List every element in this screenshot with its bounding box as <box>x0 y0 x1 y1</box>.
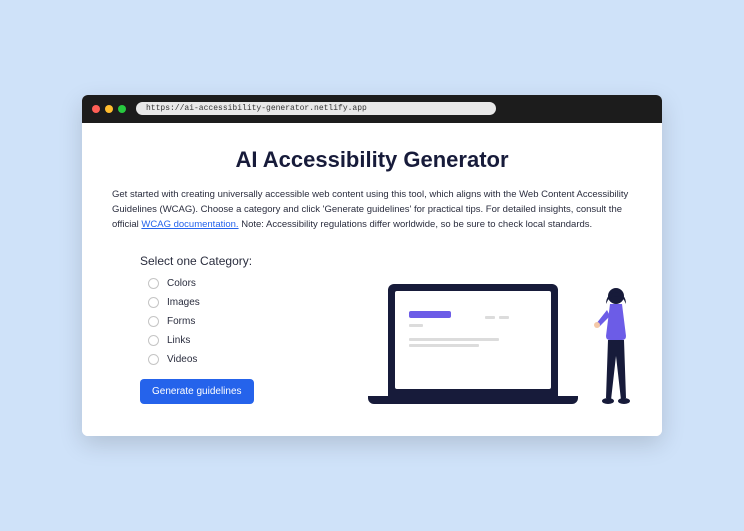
generate-guidelines-button[interactable]: Generate guidelines <box>140 379 254 404</box>
radio-option-videos[interactable]: Videos <box>148 354 290 365</box>
radio-option-colors[interactable]: Colors <box>148 278 290 289</box>
radio-label: Images <box>167 297 200 308</box>
main-row: Select one Category: Colors Images Forms <box>112 254 632 404</box>
laptop-icon <box>368 284 578 404</box>
category-section: Select one Category: Colors Images Forms <box>140 254 290 404</box>
window-controls <box>92 105 126 113</box>
radio-icon <box>148 316 159 327</box>
radio-icon <box>148 354 159 365</box>
radio-label: Colors <box>167 278 196 289</box>
description-text-2: Note: Accessibility regulations differ w… <box>241 219 592 230</box>
wcag-documentation-link[interactable]: WCAG documentation. <box>141 219 238 230</box>
category-radio-group: Colors Images Forms Links <box>140 278 290 365</box>
browser-window: https://ai-accessibility-generator.netli… <box>82 95 662 437</box>
radio-icon <box>148 335 159 346</box>
address-bar[interactable]: https://ai-accessibility-generator.netli… <box>136 102 496 115</box>
hero-illustration <box>314 254 632 404</box>
person-illustration <box>592 286 640 404</box>
browser-titlebar: https://ai-accessibility-generator.netli… <box>82 95 662 123</box>
radio-label: Videos <box>167 354 197 365</box>
page-content: AI Accessibility Generator Get started w… <box>82 123 662 437</box>
radio-option-forms[interactable]: Forms <box>148 316 290 327</box>
radio-icon <box>148 297 159 308</box>
radio-option-links[interactable]: Links <box>148 335 290 346</box>
maximize-icon[interactable] <box>118 105 126 113</box>
radio-icon <box>148 278 159 289</box>
radio-option-images[interactable]: Images <box>148 297 290 308</box>
close-icon[interactable] <box>92 105 100 113</box>
radio-label: Forms <box>167 316 195 327</box>
minimize-icon[interactable] <box>105 105 113 113</box>
page-title: AI Accessibility Generator <box>112 147 632 173</box>
radio-label: Links <box>167 335 190 346</box>
category-heading: Select one Category: <box>140 254 290 268</box>
page-description: Get started with creating universally ac… <box>112 187 632 233</box>
